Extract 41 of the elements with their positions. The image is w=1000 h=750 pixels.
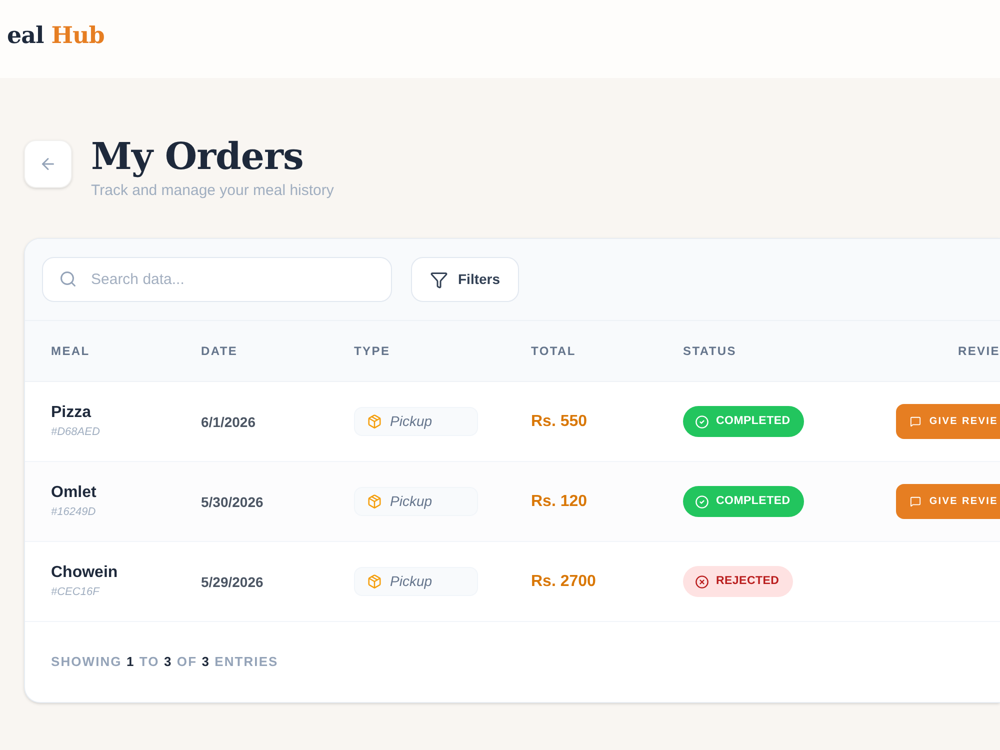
back-button[interactable]	[24, 140, 72, 188]
comment-icon	[910, 416, 922, 427]
order-id: #CEC16F	[51, 585, 100, 600]
order-total: Rs. 2700	[531, 572, 596, 592]
meal-name: Chowein	[51, 563, 118, 583]
order-date: 5/30/2026	[201, 493, 264, 512]
order-date: 5/29/2026	[201, 573, 264, 592]
entries-summary: SHOWING 1 TO 3 OF 3 ENTRIES	[51, 653, 278, 672]
order-id: #D68AED	[51, 425, 100, 440]
column-header: REVIE	[958, 343, 1000, 360]
order-date: 6/1/2026	[201, 413, 256, 432]
page-title: My Orders	[91, 133, 304, 180]
order-id: #16249D	[51, 505, 96, 520]
logo-text[interactable]: eal Hub	[7, 18, 104, 54]
type-badge: Pickup	[354, 407, 478, 436]
order-total: Rs. 550	[531, 412, 588, 432]
column-header: STATUS	[683, 343, 738, 360]
status-badge: COMPLETED	[683, 406, 804, 437]
meal-name: Omlet	[51, 483, 96, 503]
meal-name: Pizza	[51, 403, 92, 423]
page-subtitle: Track and manage your meal history	[91, 181, 334, 201]
column-header: MEAL	[51, 343, 91, 360]
filter-icon	[430, 270, 448, 288]
order-total: Rs. 120	[531, 492, 588, 512]
type-badge: Pickup	[354, 567, 478, 596]
filters-button[interactable]: Filters	[411, 257, 520, 302]
column-header: DATE	[201, 343, 239, 360]
package-icon	[367, 494, 382, 509]
package-icon	[367, 414, 382, 429]
package-icon	[367, 574, 382, 589]
x-circle-icon	[695, 574, 709, 588]
comment-icon	[910, 496, 922, 507]
search-icon	[59, 270, 77, 288]
status-badge: COMPLETED	[683, 486, 804, 517]
column-header: TYPE	[354, 343, 392, 360]
column-header: TOTAL	[531, 343, 577, 360]
search-field[interactable]: Search data...	[42, 257, 392, 302]
check-circle-icon	[695, 414, 709, 428]
check-circle-icon	[695, 494, 709, 508]
type-badge: Pickup	[354, 487, 478, 516]
status-badge: REJECTED	[683, 566, 794, 597]
